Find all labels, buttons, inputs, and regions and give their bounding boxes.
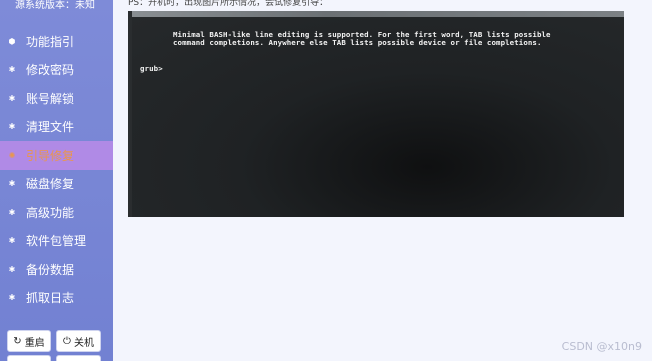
ps-note: PS：开机时，出现图片所示情况，会试修复引导： xyxy=(128,0,329,8)
power-buttons: ↻ 重启 ⏻ 关机 xyxy=(7,330,101,352)
sidebar-item-label: 备份数据 xyxy=(26,262,75,277)
sidebar-item-backup-data[interactable]: ✱ 备份数据 xyxy=(0,255,113,284)
terminal-prompt: grub> xyxy=(140,64,163,73)
sidebar: 源系统版本：未知 ⬢ 功能指引 ✱ 修改密码 ✱ 账号解锁 ✱ 清理文件 ✺ 引… xyxy=(0,0,113,361)
star-icon: ✱ xyxy=(8,236,16,246)
grub-screen-photo: Minimal BASH-like line editing is suppor… xyxy=(128,11,624,217)
refresh-icon: ↻ xyxy=(13,335,22,347)
sidebar-menu: ⬢ 功能指引 ✱ 修改密码 ✱ 账号解锁 ✱ 清理文件 ✺ 引导修复 ✱ 磁盘修… xyxy=(0,27,113,312)
sidebar-item-label: 清理文件 xyxy=(26,120,75,135)
terminal-line-2: command completions. Anywhere else TAB l… xyxy=(173,38,542,47)
sidebar-item-advanced[interactable]: ✱ 高级功能 xyxy=(0,198,113,227)
main-content: PS：开机时，出现图片所示情况，会试修复引导： Minimal BASH-lik… xyxy=(113,0,652,361)
sidebar-item-capture-logs[interactable]: ✱ 抓取日志 xyxy=(0,284,113,313)
sidebar-item-label: 功能指引 xyxy=(26,34,75,49)
star-icon: ✱ xyxy=(8,264,16,274)
sidebar-item-label: 磁盘修复 xyxy=(26,177,75,192)
sidebar-item-boot-repair[interactable]: ✺ 引导修复 xyxy=(0,141,113,170)
sidebar-item-label: 修改密码 xyxy=(26,63,75,78)
sidebar-item-label: 抓取日志 xyxy=(26,291,75,306)
sidebar-item-label: 引导修复 xyxy=(26,148,75,163)
star-icon: ✱ xyxy=(8,207,16,217)
terminal-screen: Minimal BASH-like line editing is suppor… xyxy=(132,17,624,217)
sidebar-item-label: 账号解锁 xyxy=(26,91,75,106)
watermark: CSDN @x10n9 xyxy=(561,340,642,353)
extra-button-1[interactable] xyxy=(7,355,51,361)
sidebar-item-unlock-account[interactable]: ✱ 账号解锁 xyxy=(0,84,113,113)
shutdown-button[interactable]: ⏻ 关机 xyxy=(56,330,101,352)
star-icon: ✱ xyxy=(8,293,16,303)
sidebar-item-package-manager[interactable]: ✱ 软件包管理 xyxy=(0,227,113,256)
star-icon: ✱ xyxy=(8,93,16,103)
sidebar-item-feature-guide[interactable]: ⬢ 功能指引 xyxy=(0,27,113,56)
sidebar-item-label: 软件包管理 xyxy=(26,234,87,249)
star-icon: ✱ xyxy=(8,179,16,189)
sidebar-item-change-password[interactable]: ✱ 修改密码 xyxy=(0,56,113,85)
extra-button-2[interactable] xyxy=(56,355,101,361)
power-icon: ⏻ xyxy=(63,335,71,347)
extra-buttons xyxy=(7,355,101,361)
star-icon: ✱ xyxy=(8,122,16,132)
shield-icon: ⬢ xyxy=(8,36,16,46)
sidebar-item-label: 高级功能 xyxy=(26,205,75,220)
sun-icon: ✺ xyxy=(8,150,16,160)
restart-button[interactable]: ↻ 重启 xyxy=(7,330,51,352)
sidebar-item-disk-repair[interactable]: ✱ 磁盘修复 xyxy=(0,170,113,199)
sidebar-item-clean-files[interactable]: ✱ 清理文件 xyxy=(0,113,113,142)
system-version-label: 源系统版本：未知 xyxy=(15,0,95,11)
star-icon: ✱ xyxy=(8,65,16,75)
